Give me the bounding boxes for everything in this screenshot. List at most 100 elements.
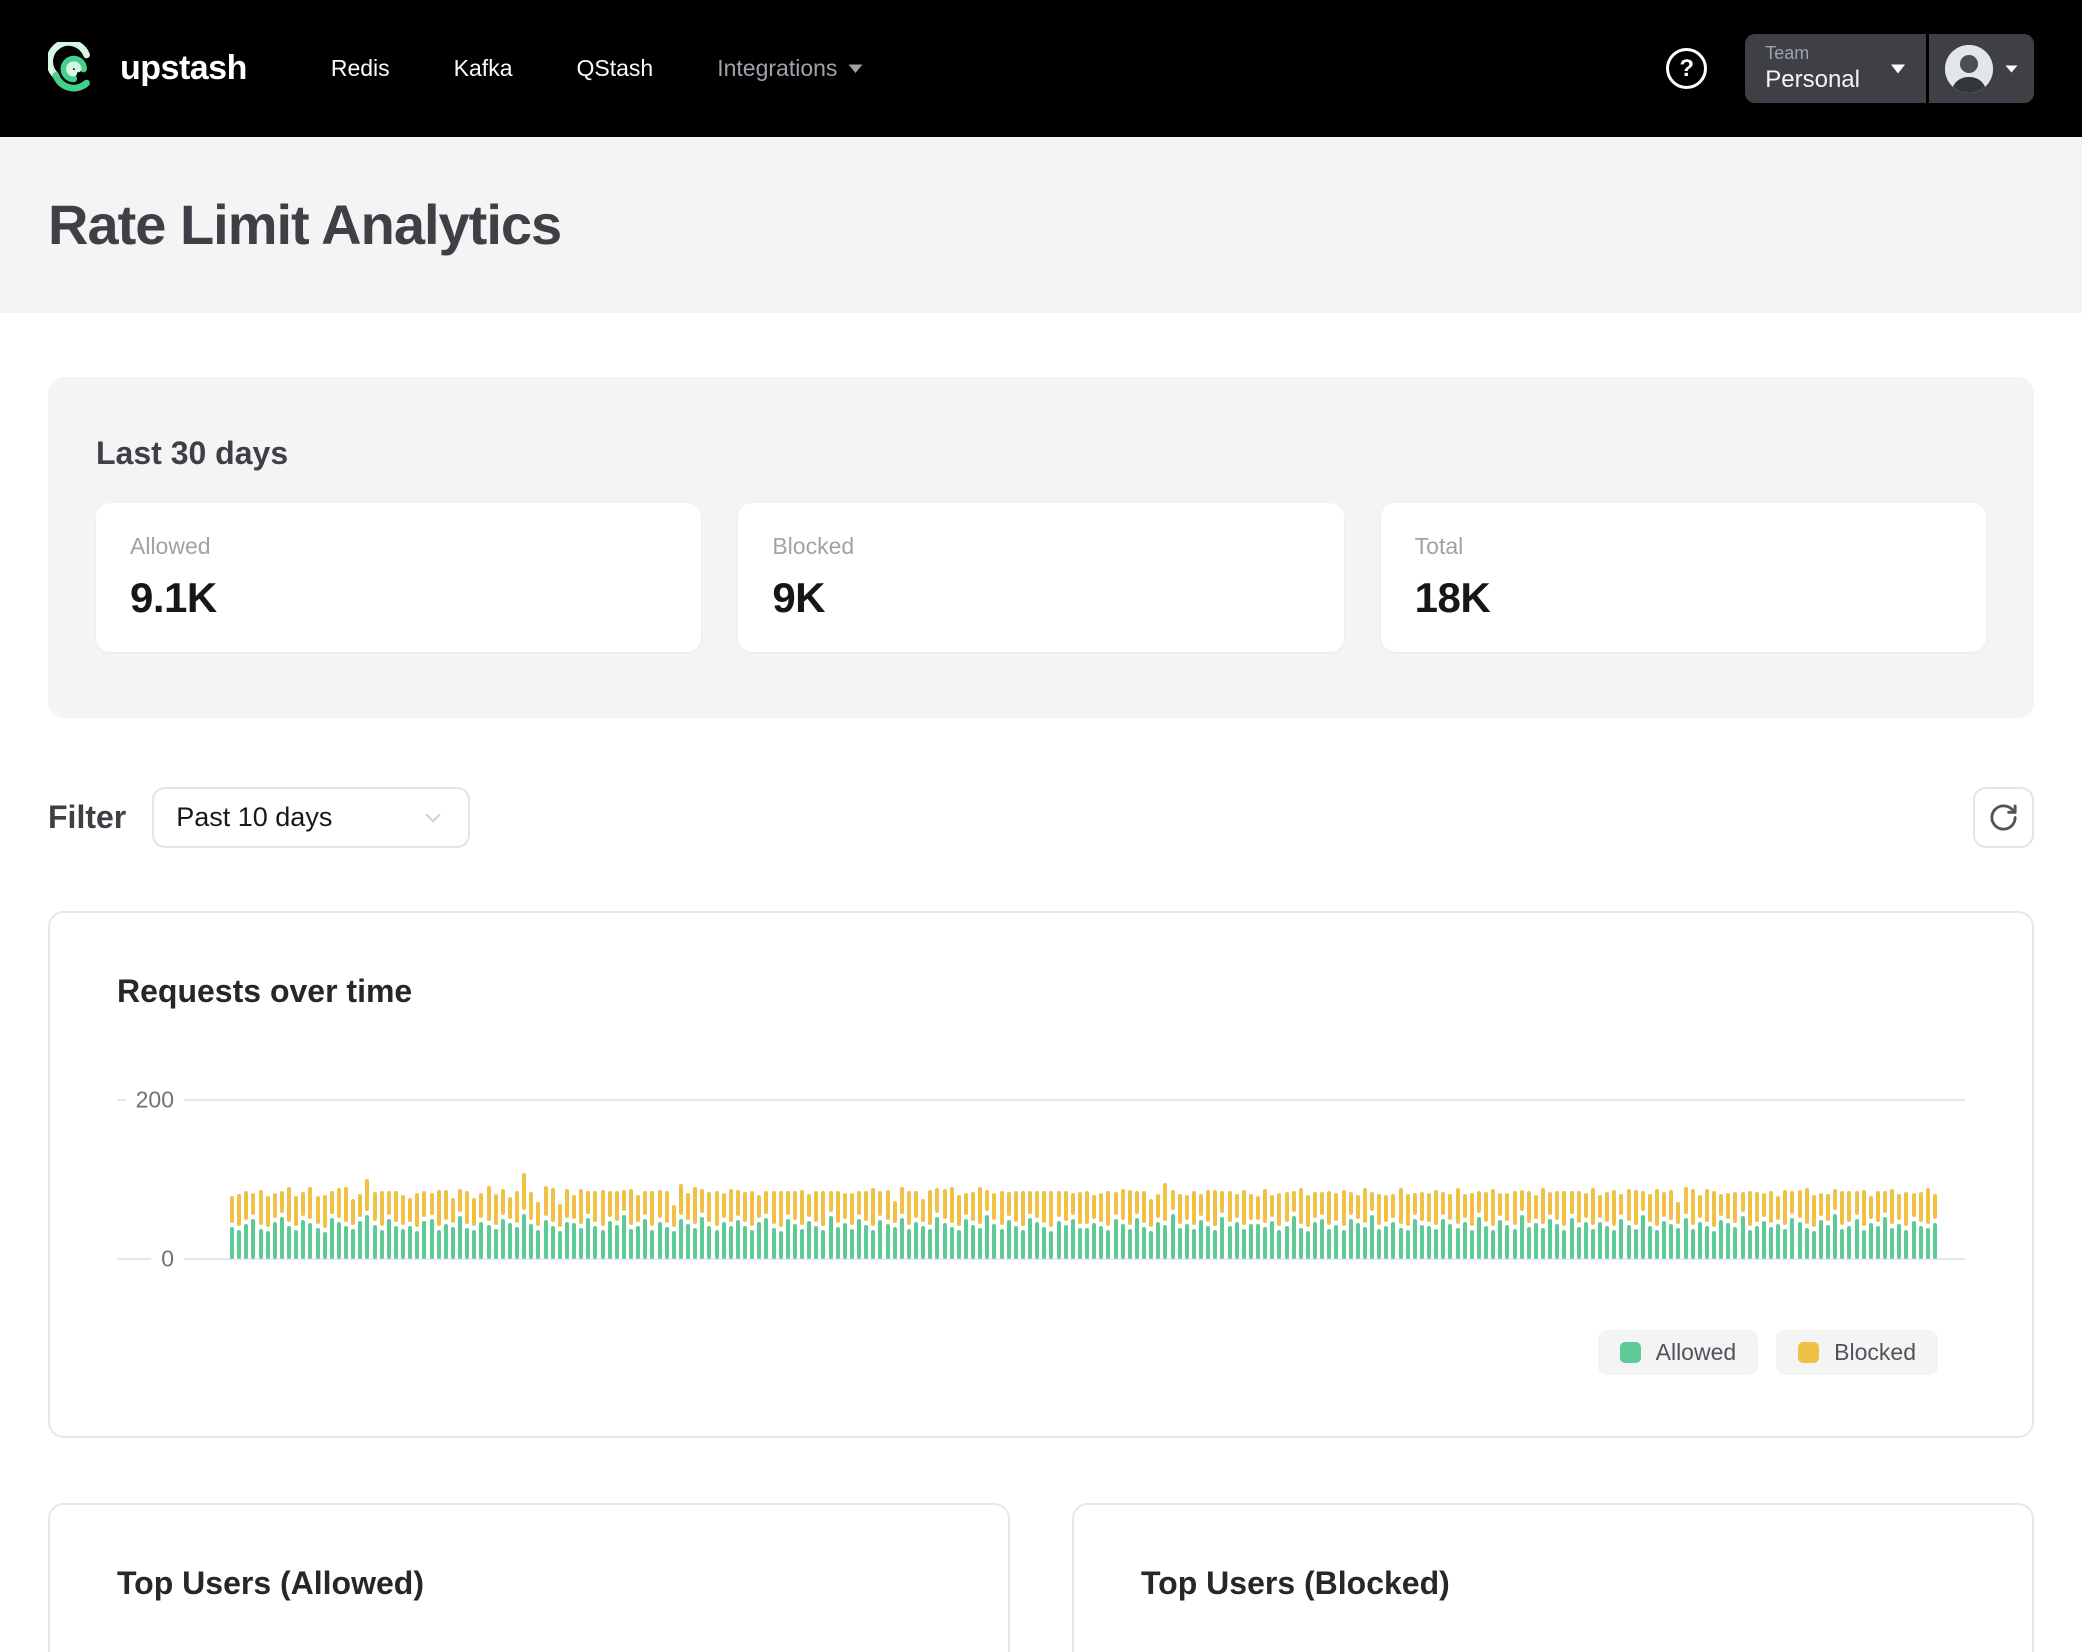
bar[interactable] <box>1812 1195 1816 1259</box>
chart-plot[interactable]: 200 0 <box>117 1100 1965 1259</box>
bar[interactable] <box>700 1189 704 1259</box>
bar[interactable] <box>1662 1192 1666 1259</box>
bar[interactable] <box>1171 1190 1175 1259</box>
bar[interactable] <box>1178 1194 1182 1259</box>
bar[interactable] <box>1840 1191 1844 1259</box>
bar[interactable] <box>394 1191 398 1259</box>
bar[interactable] <box>1655 1189 1659 1259</box>
bar[interactable] <box>579 1189 583 1259</box>
bar[interactable] <box>1448 1194 1452 1259</box>
bar[interactable] <box>1106 1191 1110 1259</box>
bar[interactable] <box>729 1189 733 1259</box>
bar[interactable] <box>1505 1193 1509 1259</box>
bar[interactable] <box>479 1193 483 1259</box>
bar[interactable] <box>971 1192 975 1259</box>
bar[interactable] <box>316 1196 320 1259</box>
bar[interactable] <box>964 1193 968 1259</box>
bar[interactable] <box>1605 1192 1609 1259</box>
bar[interactable] <box>1370 1192 1374 1259</box>
bar[interactable] <box>1356 1195 1360 1259</box>
bar[interactable] <box>629 1189 633 1259</box>
bar[interactable] <box>1320 1192 1324 1259</box>
bar[interactable] <box>1114 1192 1118 1259</box>
bar[interactable] <box>365 1179 369 1259</box>
bar[interactable] <box>1420 1192 1424 1259</box>
bar[interactable] <box>779 1191 783 1259</box>
bar[interactable] <box>1926 1188 1930 1259</box>
bar[interactable] <box>807 1194 811 1259</box>
bar[interactable] <box>515 1191 519 1259</box>
bar[interactable] <box>1548 1192 1552 1259</box>
bar[interactable] <box>1783 1190 1787 1259</box>
bar[interactable] <box>1855 1191 1859 1259</box>
bar[interactable] <box>273 1193 277 1259</box>
bar[interactable] <box>1242 1190 1246 1259</box>
bar[interactable] <box>1099 1193 1103 1259</box>
bar[interactable] <box>665 1191 669 1259</box>
bar[interactable] <box>1890 1189 1894 1259</box>
bar[interactable] <box>487 1186 491 1259</box>
bar[interactable] <box>1256 1196 1260 1259</box>
bar[interactable] <box>1470 1193 1474 1259</box>
bar[interactable] <box>1277 1193 1281 1259</box>
bar[interactable] <box>1534 1195 1538 1259</box>
bar[interactable] <box>900 1187 904 1259</box>
bar[interactable] <box>1862 1190 1866 1259</box>
bar[interactable] <box>494 1194 498 1259</box>
bar[interactable] <box>1042 1191 1046 1259</box>
bar[interactable] <box>764 1191 768 1259</box>
bar[interactable] <box>1163 1183 1167 1259</box>
bar[interactable] <box>1869 1196 1873 1259</box>
bar[interactable] <box>1249 1194 1253 1259</box>
bar[interactable] <box>1434 1190 1438 1259</box>
bar[interactable] <box>536 1202 540 1259</box>
bar[interactable] <box>1121 1189 1125 1259</box>
bar[interactable] <box>907 1191 911 1259</box>
bar[interactable] <box>1712 1191 1716 1259</box>
bar[interactable] <box>1705 1189 1709 1259</box>
bar[interactable] <box>921 1199 925 1259</box>
bar[interactable] <box>914 1191 918 1259</box>
bar[interactable] <box>1648 1194 1652 1259</box>
bar[interactable] <box>786 1191 790 1259</box>
bar[interactable] <box>551 1188 555 1259</box>
bar[interactable] <box>1627 1189 1631 1259</box>
bar[interactable] <box>1014 1191 1018 1259</box>
bar[interactable] <box>750 1191 754 1259</box>
bar[interactable] <box>280 1191 284 1259</box>
bar[interactable] <box>1349 1192 1353 1259</box>
bar[interactable] <box>1484 1192 1488 1259</box>
bar[interactable] <box>1285 1192 1289 1259</box>
bar[interactable] <box>843 1193 847 1259</box>
bar[interactable] <box>1755 1192 1759 1259</box>
bar[interactable] <box>558 1204 562 1259</box>
bar[interactable] <box>601 1190 605 1259</box>
bar[interactable] <box>722 1193 726 1259</box>
bar[interactable] <box>1520 1190 1524 1259</box>
bar[interactable] <box>1619 1194 1623 1259</box>
bar[interactable] <box>1612 1190 1616 1259</box>
bar[interactable] <box>1847 1191 1851 1259</box>
bar[interactable] <box>330 1191 334 1259</box>
bar[interactable] <box>1826 1194 1830 1259</box>
bar[interactable] <box>1199 1194 1203 1259</box>
bar[interactable] <box>857 1191 861 1259</box>
bar[interactable] <box>1912 1193 1916 1259</box>
bar[interactable] <box>1933 1194 1937 1259</box>
bar[interactable] <box>1057 1191 1061 1259</box>
bar[interactable] <box>1698 1195 1702 1259</box>
bar[interactable] <box>308 1187 312 1259</box>
bar[interactable] <box>1071 1193 1075 1259</box>
bar[interactable] <box>658 1190 662 1259</box>
bar[interactable] <box>622 1190 626 1259</box>
bar[interactable] <box>985 1190 989 1259</box>
bar[interactable] <box>1691 1189 1695 1259</box>
nav-menu-integrations[interactable]: Integrations <box>717 55 863 82</box>
bar[interactable] <box>1064 1191 1068 1259</box>
upstash-brand[interactable]: upstash <box>48 42 247 96</box>
bar[interactable] <box>522 1173 526 1259</box>
bar[interactable] <box>401 1195 405 1259</box>
bar[interactable] <box>444 1190 448 1259</box>
bar[interactable] <box>472 1198 476 1259</box>
user-menu[interactable] <box>1929 34 2034 103</box>
